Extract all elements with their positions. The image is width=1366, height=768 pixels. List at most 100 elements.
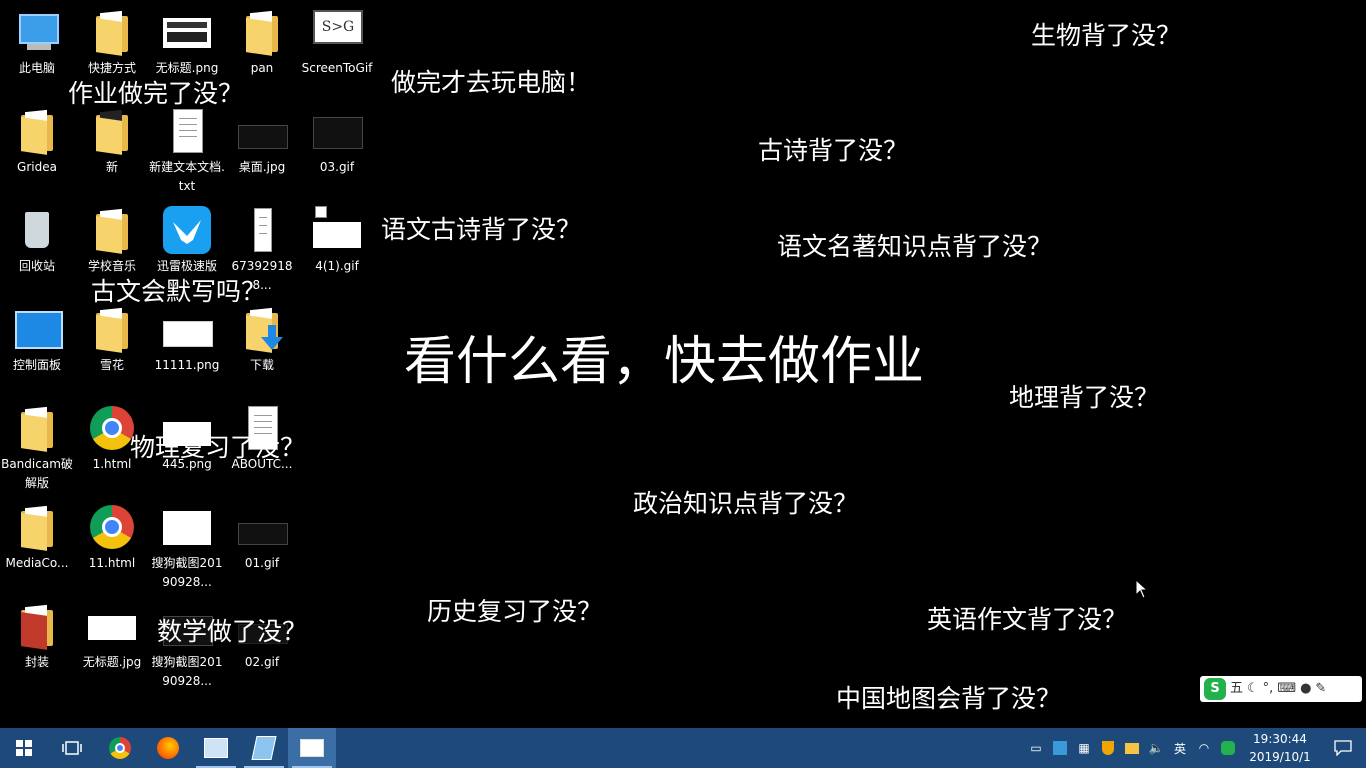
- window-app-icon: [204, 738, 228, 758]
- desktop-icon-label: 02.gif: [244, 655, 280, 669]
- desktop-icon-11-html[interactable]: 11.html: [74, 503, 150, 573]
- clock[interactable]: 19:30:44 2019/10/1: [1240, 730, 1320, 766]
- message-classical-text: 古文会默写吗？: [91, 277, 267, 306]
- folder-icon: [88, 305, 136, 353]
- desktop-icon-recycle-bin[interactable]: 回收站: [0, 206, 75, 276]
- moon-icon[interactable]: ☾: [1247, 676, 1259, 702]
- sogou-ime-logo-icon[interactable]: S: [1204, 678, 1226, 700]
- start-button[interactable]: [0, 728, 48, 768]
- message-finish-first: 做完才去玩电脑！: [391, 68, 592, 97]
- folder-icon: [88, 107, 136, 155]
- desktop-icon-01-gif[interactable]: 01.gif: [224, 503, 300, 573]
- desktop-icon-new[interactable]: 新: [74, 107, 150, 177]
- message-classics: 语文名著知识点背了没？: [777, 232, 1053, 261]
- clock-date: 2019/10/1: [1249, 750, 1311, 764]
- clock-time: 19:30:44: [1253, 732, 1307, 746]
- desktop-icon-desktop-jpg[interactable]: 桌面.jpg: [224, 107, 300, 177]
- desktop-icon-control-panel[interactable]: 控制面板: [0, 305, 75, 375]
- desktop-icon-gridea[interactable]: Gridea: [0, 107, 75, 177]
- wifi-icon[interactable]: ◠: [1192, 728, 1216, 768]
- desktop-icon-label: 11111.png: [154, 358, 220, 372]
- input-language-indicator[interactable]: 英: [1168, 728, 1192, 768]
- desktop-icon-screentogif[interactable]: S>G ScreenToGif: [299, 8, 375, 78]
- chrome-icon: [88, 404, 136, 452]
- taskbar-app-screen[interactable]: [288, 728, 336, 768]
- taskbar-chrome[interactable]: [96, 728, 144, 768]
- task-view-button[interactable]: [48, 728, 96, 768]
- desktop-icon-label: 雪花: [99, 358, 124, 372]
- desktop[interactable]: 此电脑 Gridea 回收站 控制面板 Bandicam破解版 MediaCo.…: [0, 0, 1366, 728]
- desktop-icon-xunlei[interactable]: 迅雷极速版: [149, 206, 225, 276]
- desktop-icon-school-music[interactable]: 学校音乐: [74, 206, 150, 276]
- desktop-icon-label: 无标题.jpg: [82, 655, 142, 669]
- message-main: 看什么看，快去做作业: [404, 332, 925, 392]
- sogou-tray-icon[interactable]: [1216, 728, 1240, 768]
- message-math: 数学做了没？: [157, 617, 308, 646]
- desktop-icon-sogou-screenshot-1[interactable]: 搜狗截图20190928...: [149, 503, 225, 592]
- desktop-icon-mediaco[interactable]: MediaCo...: [0, 503, 75, 573]
- desktop-icon-label: 迅雷极速版: [156, 259, 217, 273]
- desktop-icon-new-text-doc[interactable]: 新建文本文档.txt: [149, 107, 225, 196]
- chrome-icon: [109, 737, 131, 759]
- desktop-icon-label: 下载: [249, 358, 274, 372]
- mouse-cursor-icon: [1135, 578, 1149, 603]
- image-file-icon: [163, 8, 211, 56]
- message-homework: 作业做完了没？: [68, 79, 244, 108]
- folder-icon: [13, 107, 61, 155]
- desktop-icon-label: 学校音乐: [87, 259, 136, 273]
- desktop-icon-shortcut[interactable]: 快捷方式: [74, 8, 150, 78]
- desktop-icon-untitled-jpg[interactable]: 无标题.jpg: [74, 602, 150, 672]
- taskbar-app-notepad[interactable]: [240, 728, 288, 768]
- desktop-icon-label: 快捷方式: [87, 61, 136, 75]
- ime-toolbar[interactable]: S 五 ☾ °, ⌨ ● ✎: [1200, 676, 1362, 702]
- desktop-icon-label: 回收站: [18, 259, 55, 273]
- desktop-icon-fengzhuang[interactable]: 封装: [0, 602, 75, 672]
- desktop-icon-this-pc[interactable]: 此电脑: [0, 8, 75, 78]
- message-history: 历史复习了没？: [427, 597, 603, 626]
- image-file-icon: [163, 503, 211, 551]
- keyboard-icon[interactable]: ⌨: [1277, 676, 1296, 702]
- desktop-icon-bandicam[interactable]: Bandicam破解版: [0, 404, 75, 493]
- desktop-icon-label: 搜狗截图20190928...: [151, 655, 223, 688]
- taskbar-app-control-panel[interactable]: [192, 728, 240, 768]
- wrench-icon[interactable]: ✎: [1315, 676, 1326, 702]
- calculator-tray-icon[interactable]: ▦: [1072, 728, 1096, 768]
- monitor-tray-icon[interactable]: ▭: [1024, 728, 1048, 768]
- desktop-icon-4-1-gif[interactable]: 4(1).gif: [299, 206, 375, 276]
- desktop-icon-label: 4(1).gif: [315, 259, 359, 273]
- desktop-icon-label: 封装: [24, 655, 49, 669]
- image-file-icon: [313, 107, 363, 155]
- image-file-icon: [313, 206, 361, 254]
- computer-icon: [13, 8, 61, 56]
- shield-icon[interactable]: [1096, 728, 1120, 768]
- desktop-icon-label: 新: [105, 160, 118, 174]
- text-file-icon: [163, 107, 211, 155]
- desktop-icon-snow[interactable]: 雪花: [74, 305, 150, 375]
- checkbox-icon: [315, 206, 327, 218]
- screentogif-glyph: S>G: [313, 10, 363, 44]
- app-tray-icon[interactable]: [1048, 728, 1072, 768]
- notepad-icon: [251, 736, 277, 760]
- desktop-icon-label: Bandicam破解版: [1, 457, 73, 490]
- punctuation-icon[interactable]: °,: [1263, 676, 1274, 702]
- volume-icon[interactable]: 🔈: [1144, 728, 1168, 768]
- desktop-icon-label: ScreenToGif: [301, 61, 373, 75]
- user-icon[interactable]: ●: [1300, 676, 1311, 702]
- document-icon: [238, 206, 286, 254]
- desktop-icon-pan[interactable]: pan: [224, 8, 300, 78]
- desktop-icon-label: 01.gif: [244, 556, 280, 570]
- taskbar-firefox[interactable]: [144, 728, 192, 768]
- folder-icon: [13, 503, 61, 551]
- desktop-icon-label: 桌面.jpg: [238, 160, 286, 174]
- ime-input-mode[interactable]: 五: [1230, 676, 1243, 702]
- folder-tray-icon[interactable]: [1120, 728, 1144, 768]
- message-biology: 生物背了没？: [1031, 21, 1182, 50]
- image-file-icon: [238, 107, 288, 155]
- desktop-icon-03-gif[interactable]: 03.gif: [299, 107, 375, 177]
- action-center-button[interactable]: [1320, 728, 1366, 768]
- xunlei-bird-icon: [163, 206, 211, 254]
- folder-icon: [88, 8, 136, 56]
- desktop-icon-untitled-png[interactable]: 无标题.png: [149, 8, 225, 78]
- desktop-icon-download[interactable]: 下载: [224, 305, 300, 375]
- desktop-icon-11111-png[interactable]: 11111.png: [149, 305, 225, 375]
